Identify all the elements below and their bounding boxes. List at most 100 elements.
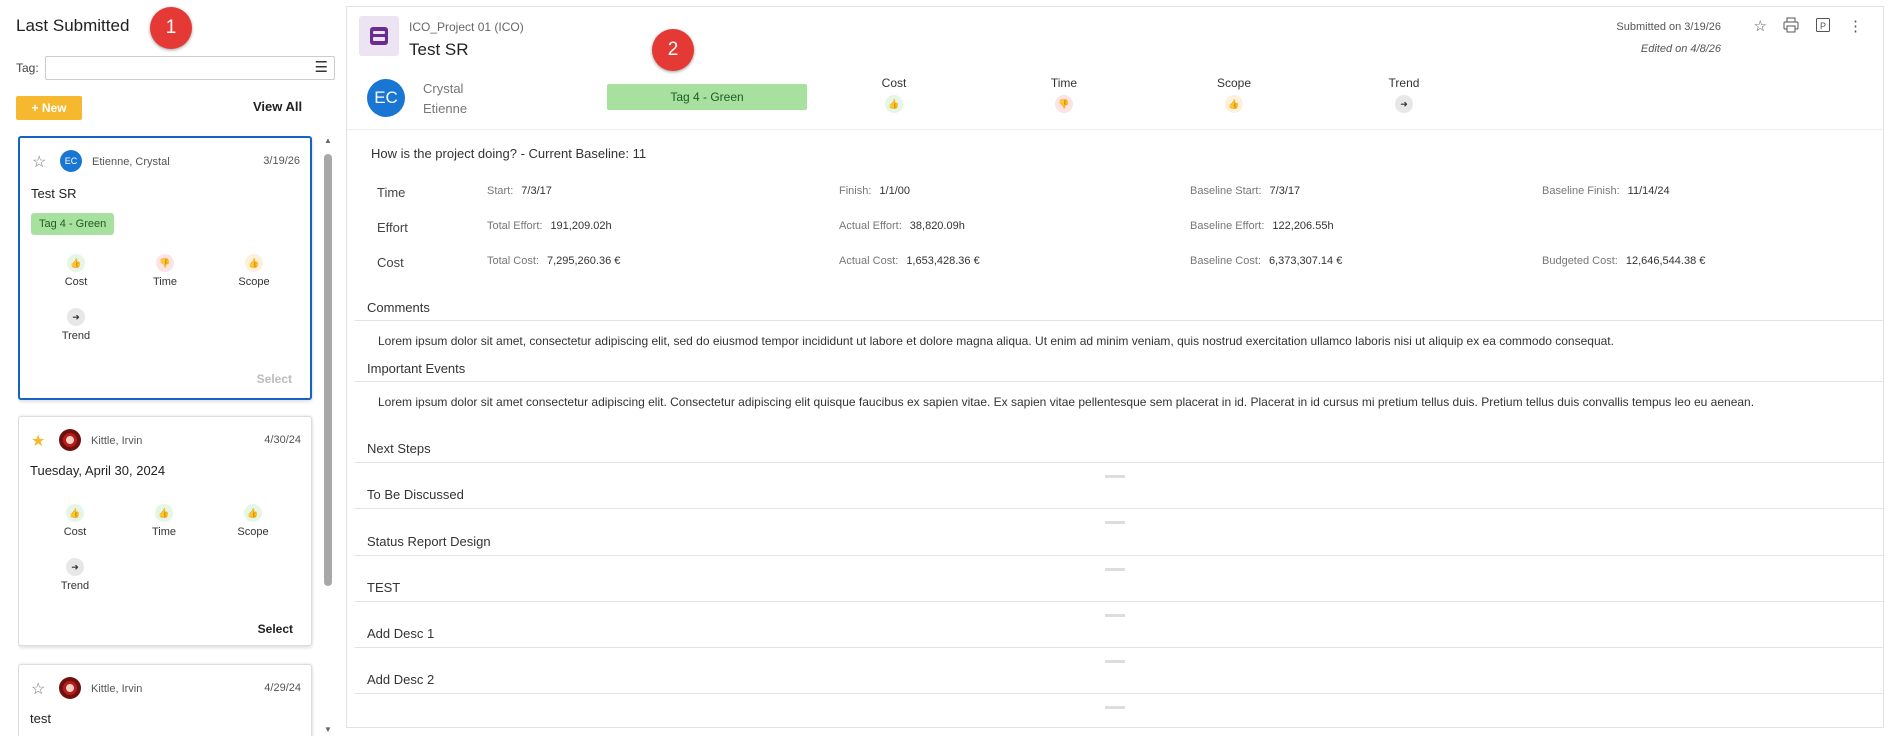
card-author: Kittle, Irvin (91, 683, 143, 695)
avatar (59, 677, 81, 699)
section-test: TEST (367, 580, 401, 595)
metric-label-effort: Effort (377, 220, 408, 235)
report-card[interactable]: ☆ EC Etienne, Crystal 3/19/26 Test SR Ta… (18, 136, 312, 400)
indicator-trend: ➜ Trend (45, 558, 105, 592)
metric-baseline-cost: Baseline Cost: 6,373,307.14 € (1190, 255, 1343, 267)
report-detail-panel: ICO_Project 01 (ICO) Test SR 2 Submitted… (346, 6, 1884, 728)
star-outline-icon[interactable]: ☆ (32, 152, 46, 172)
metric-total-cost: Total Cost: 7,295,260.36 € (487, 255, 621, 267)
empty-placeholder (1105, 614, 1125, 617)
indicator-time: Time 👎 (1034, 76, 1094, 113)
thumbs-up-icon: 👍 (155, 504, 173, 522)
panel-title: Last Submitted (16, 16, 130, 35)
card-author: Etienne, Crystal (92, 156, 170, 168)
more-options-icon[interactable]: ⋮ (1848, 17, 1863, 35)
section-to-be-discussed: To Be Discussed (367, 487, 464, 502)
star-outline-icon[interactable]: ☆ (1754, 17, 1767, 35)
section-add-desc-1: Add Desc 1 (367, 626, 435, 641)
header-divider (347, 129, 1883, 130)
star-outline-icon[interactable]: ☆ (31, 679, 45, 699)
status-tag: Tag 4 - Green (607, 84, 807, 110)
card-title: test (30, 711, 51, 726)
metric-total-effort: Total Effort: 191,209.02h (487, 220, 612, 232)
scrollbar-thumb[interactable] (324, 154, 332, 586)
left-panel: Last Submitted 1 Tag: ☰ + New View All ☆… (0, 0, 345, 738)
section-comments: Comments (367, 300, 430, 315)
section-divider (355, 555, 1883, 556)
card-date: 3/19/26 (263, 155, 300, 167)
section-next-steps: Next Steps (367, 441, 431, 456)
thumbs-down-icon: 👎 (156, 254, 174, 272)
select-button[interactable]: Select (258, 622, 293, 636)
scroll-up-icon[interactable]: ▲ (324, 136, 332, 145)
card-title: Tuesday, April 30, 2024 (30, 463, 166, 478)
card-author: Kittle, Irvin (91, 435, 143, 447)
star-filled-icon[interactable]: ★ (31, 431, 45, 451)
empty-placeholder (1105, 706, 1125, 709)
avatar: EC (60, 150, 82, 172)
card-title: Test SR (31, 186, 77, 201)
section-status-report-design: Status Report Design (367, 534, 491, 549)
author-first-name: Crystal (423, 81, 464, 96)
project-name[interactable]: ICO_Project 01 (ICO) (409, 20, 524, 34)
section-divider (355, 320, 1883, 321)
list-scrollbar[interactable]: ▲ ▼ (322, 136, 334, 736)
thumbs-up-icon: 👍 (244, 504, 262, 522)
thumbs-up-icon: 👍 (66, 504, 84, 522)
empty-placeholder (1105, 660, 1125, 663)
project-view-icon[interactable]: P (1815, 17, 1831, 37)
card-date: 4/29/24 (264, 682, 301, 694)
section-important-events: Important Events (367, 361, 466, 376)
report-card[interactable]: ★ Kittle, Irvin 4/30/24 Tuesday, April 3… (18, 416, 312, 646)
report-list: ☆ EC Etienne, Crystal 3/19/26 Test SR Ta… (18, 136, 314, 736)
metric-label-cost: Cost (377, 255, 404, 270)
empty-placeholder (1105, 521, 1125, 524)
metric-label-time: Time (377, 185, 406, 200)
tag-filter-input[interactable]: ☰ (45, 56, 335, 80)
print-icon[interactable] (1783, 17, 1799, 37)
important-events-text: Lorem ipsum dolor sit amet consectetur a… (378, 395, 1755, 409)
section-divider (355, 381, 1883, 382)
mixed-thumbs-icon: 👍 (1225, 95, 1243, 113)
metric-actual-effort: Actual Effort: 38,820.09h (839, 220, 965, 232)
section-divider (355, 601, 1883, 602)
indicator-cost: 👍 Cost (46, 254, 106, 288)
edited-date: Edited on 4/8/26 (1640, 43, 1721, 55)
list-menu-icon[interactable]: ☰ (315, 60, 328, 76)
arrow-right-icon: ➜ (1395, 95, 1413, 113)
avatar: EC (367, 79, 405, 117)
author-name: Crystal Etienne (423, 79, 467, 119)
metric-baseline-start: Baseline Start: 7/3/17 (1190, 185, 1301, 197)
report-title: Test SR (409, 40, 469, 59)
new-report-button[interactable]: + New (16, 96, 82, 120)
arrow-right-icon: ➜ (67, 308, 85, 326)
baseline-question: How is the project doing? - Current Base… (371, 146, 647, 161)
metric-baseline-finish: Baseline Finish: 11/14/24 (1542, 185, 1670, 197)
tag-filter-label: Tag: (16, 61, 39, 75)
report-card[interactable]: ☆ Kittle, Irvin 4/29/24 test (18, 664, 312, 736)
thumbs-up-icon: 👍 (67, 254, 85, 272)
thumbs-up-icon: 👍 (885, 95, 903, 113)
avatar (59, 429, 81, 451)
mixed-thumbs-icon: 👍 (245, 254, 263, 272)
section-divider (355, 647, 1883, 648)
card-date: 4/30/24 (264, 434, 301, 446)
indicator-scope: 👍 Scope (223, 504, 283, 538)
empty-placeholder (1105, 475, 1125, 478)
section-divider (355, 508, 1883, 509)
author-last-name: Etienne (423, 101, 468, 116)
scroll-down-icon[interactable]: ▼ (324, 725, 332, 734)
indicator-trend: ➜ Trend (46, 308, 106, 342)
metric-finish: Finish: 1/1/00 (839, 185, 910, 197)
select-button[interactable]: Select (257, 372, 292, 386)
indicator-trend: Trend ➜ (1374, 76, 1434, 113)
indicator-scope: Scope 👍 (1204, 76, 1264, 113)
indicator-time: 👍 Time (134, 504, 194, 538)
section-divider (355, 693, 1883, 694)
project-inbox-icon (359, 16, 399, 56)
thumbs-down-icon: 👎 (1055, 95, 1073, 113)
submitted-date: Submitted on 3/19/26 (1616, 21, 1721, 33)
view-all-link[interactable]: View All (253, 99, 302, 114)
metric-actual-cost: Actual Cost: 1,653,428.36 € (839, 255, 980, 267)
step-marker-2: 2 (652, 29, 694, 71)
